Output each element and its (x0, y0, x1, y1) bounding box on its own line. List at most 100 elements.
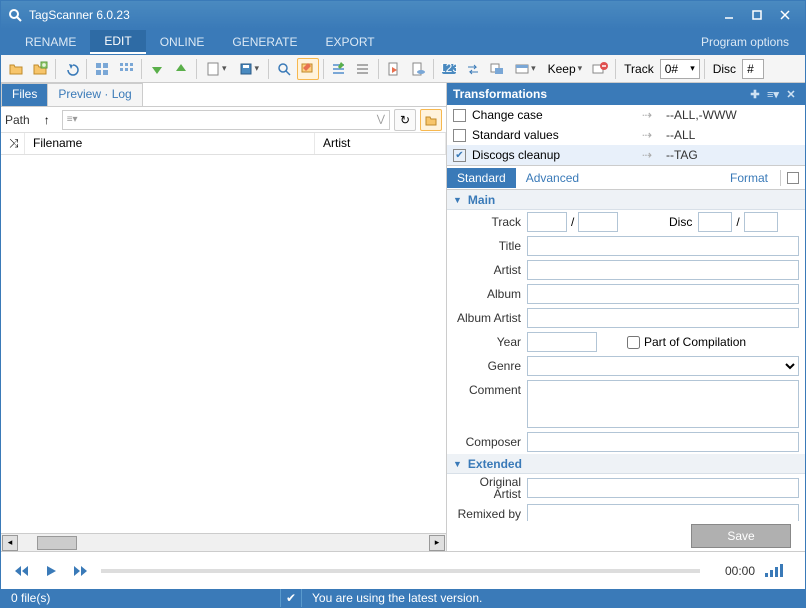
label-composer: Composer (453, 435, 527, 449)
menu-export[interactable]: EXPORT (312, 31, 389, 53)
form-area: ▼Main Track / Disc / Title Artist Album … (447, 190, 805, 521)
svg-text:123: 123 (441, 62, 457, 75)
tab-preview-log[interactable]: Preview · Log (48, 83, 142, 106)
format-link[interactable]: Format (730, 171, 774, 185)
grid-large-button[interactable] (91, 58, 113, 80)
play-button[interactable] (41, 561, 61, 581)
tab-files[interactable]: Files (1, 83, 48, 106)
transformations-header: Transformations ✚ ≡▾ ✕ (447, 83, 805, 105)
card-dropdown[interactable]: ▾ (510, 58, 541, 80)
label-comment: Comment (453, 380, 527, 397)
col-filename[interactable]: Filename (25, 133, 315, 154)
disc-combo[interactable]: # (742, 59, 764, 79)
menu-edit[interactable]: EDIT (90, 30, 145, 54)
toolbar: ▾ ▾ 123 ▾ Keep▾ Track 0#▾ Disc # (1, 55, 805, 83)
path-combo[interactable]: ≡▾⋁ (62, 110, 390, 130)
search-button[interactable] (273, 58, 295, 80)
input-artist[interactable] (527, 260, 799, 280)
path-up-button[interactable]: ↑ (36, 109, 58, 131)
autofill-button[interactable] (297, 58, 319, 80)
trans-row-standard-values[interactable]: Standard values ⇢ --ALL (447, 125, 805, 145)
textarea-comment[interactable] (527, 380, 799, 428)
grid-small-button[interactable] (115, 58, 137, 80)
volume-icon[interactable] (765, 564, 795, 577)
tab-standard[interactable]: Standard (447, 168, 516, 188)
open-folder-button[interactable] (5, 58, 27, 80)
time-display: 00:00 (710, 564, 755, 578)
track-combo[interactable]: 0#▾ (660, 59, 700, 79)
input-title[interactable] (527, 236, 799, 256)
input-disc-num[interactable] (698, 212, 732, 232)
label-remixed: Remixed by (453, 507, 527, 521)
input-track-num[interactable] (527, 212, 567, 232)
label-album-artist: Album Artist (453, 311, 527, 325)
transformations-list: Change case ⇢ --ALL,-WWW Standard values… (447, 105, 805, 166)
checkbox-compilation[interactable] (627, 336, 640, 349)
section-main[interactable]: ▼Main (447, 190, 805, 210)
next-button[interactable] (71, 561, 91, 581)
down-green-button[interactable] (146, 58, 168, 80)
trans-close-icon[interactable]: ✕ (783, 86, 799, 102)
up-green-button[interactable] (170, 58, 192, 80)
seek-bar[interactable] (101, 569, 700, 573)
menu-generate[interactable]: GENERATE (218, 31, 311, 53)
trans-add-icon[interactable]: ✚ (747, 86, 763, 102)
track-label: Track (620, 62, 658, 76)
trans-row-change-case[interactable]: Change case ⇢ --ALL,-WWW (447, 105, 805, 125)
col-artist[interactable]: Artist (315, 133, 446, 154)
floppy-dropdown[interactable]: ▾ (234, 58, 265, 80)
list-button[interactable] (352, 58, 374, 80)
col-shuffle[interactable]: ⤨ (1, 133, 25, 154)
program-options-link[interactable]: Program options (701, 35, 795, 49)
keep-label: Keep (548, 62, 576, 76)
maximize-button[interactable] (743, 5, 771, 25)
save-button[interactable]: Save (691, 524, 791, 548)
menu-rename[interactable]: RENAME (11, 31, 90, 53)
keep-dropdown[interactable]: Keep▾ (543, 58, 588, 80)
menu-bar: RENAME EDIT ONLINE GENERATE EXPORT Progr… (1, 29, 805, 55)
list-check-button[interactable] (328, 58, 350, 80)
file-grid-body (1, 155, 446, 533)
checkbox[interactable] (453, 129, 466, 142)
input-year[interactable] (527, 332, 597, 352)
input-album[interactable] (527, 284, 799, 304)
tab-advanced[interactable]: Advanced (516, 168, 589, 188)
trans-row-discogs-cleanup[interactable]: ✔ Discogs cleanup ⇢ --TAG (447, 145, 805, 165)
select-genre[interactable] (527, 356, 799, 376)
right-pane: Transformations ✚ ≡▾ ✕ Change case ⇢ --A… (447, 83, 805, 551)
label-album: Album (453, 287, 527, 301)
detach-button[interactable] (787, 172, 799, 184)
page-dropdown[interactable]: ▾ (201, 58, 232, 80)
trans-menu-icon[interactable]: ≡▾ (765, 86, 781, 102)
refresh-button[interactable]: ↻ (394, 109, 416, 131)
tag-tool-button[interactable] (486, 58, 508, 80)
delete-tag-button[interactable] (589, 58, 611, 80)
input-disc-total[interactable] (744, 212, 778, 232)
label-title: Title (453, 239, 527, 253)
left-pane: Files Preview · Log Path ↑ ≡▾⋁ ↻ ⤨ Filen… (1, 83, 447, 551)
horizontal-scrollbar[interactable]: ◂▸ (1, 533, 446, 551)
new-folder-button[interactable] (29, 58, 51, 80)
status-files: 0 file(s) (1, 589, 281, 607)
input-composer[interactable] (527, 432, 799, 452)
input-track-total[interactable] (578, 212, 618, 232)
prev-button[interactable] (11, 561, 31, 581)
num-button[interactable]: 123 (438, 58, 460, 80)
label-track: Track (453, 215, 527, 229)
checkbox[interactable]: ✔ (453, 149, 466, 162)
doc-play-button[interactable] (383, 58, 405, 80)
undo-button[interactable] (60, 58, 82, 80)
title-bar: TagScanner 6.0.23 (1, 1, 805, 29)
input-remixed[interactable] (527, 504, 799, 521)
doc-db-button[interactable] (407, 58, 429, 80)
swap-button[interactable] (462, 58, 484, 80)
browse-folder-button[interactable] (420, 109, 442, 131)
menu-online[interactable]: ONLINE (146, 31, 219, 53)
input-album-artist[interactable] (527, 308, 799, 328)
section-extended[interactable]: ▼Extended (447, 454, 805, 474)
checkbox[interactable] (453, 109, 466, 122)
input-orig-artist[interactable] (527, 478, 799, 498)
close-button[interactable] (771, 5, 799, 25)
status-ok-icon: ✔ (281, 589, 302, 607)
minimize-button[interactable] (715, 5, 743, 25)
